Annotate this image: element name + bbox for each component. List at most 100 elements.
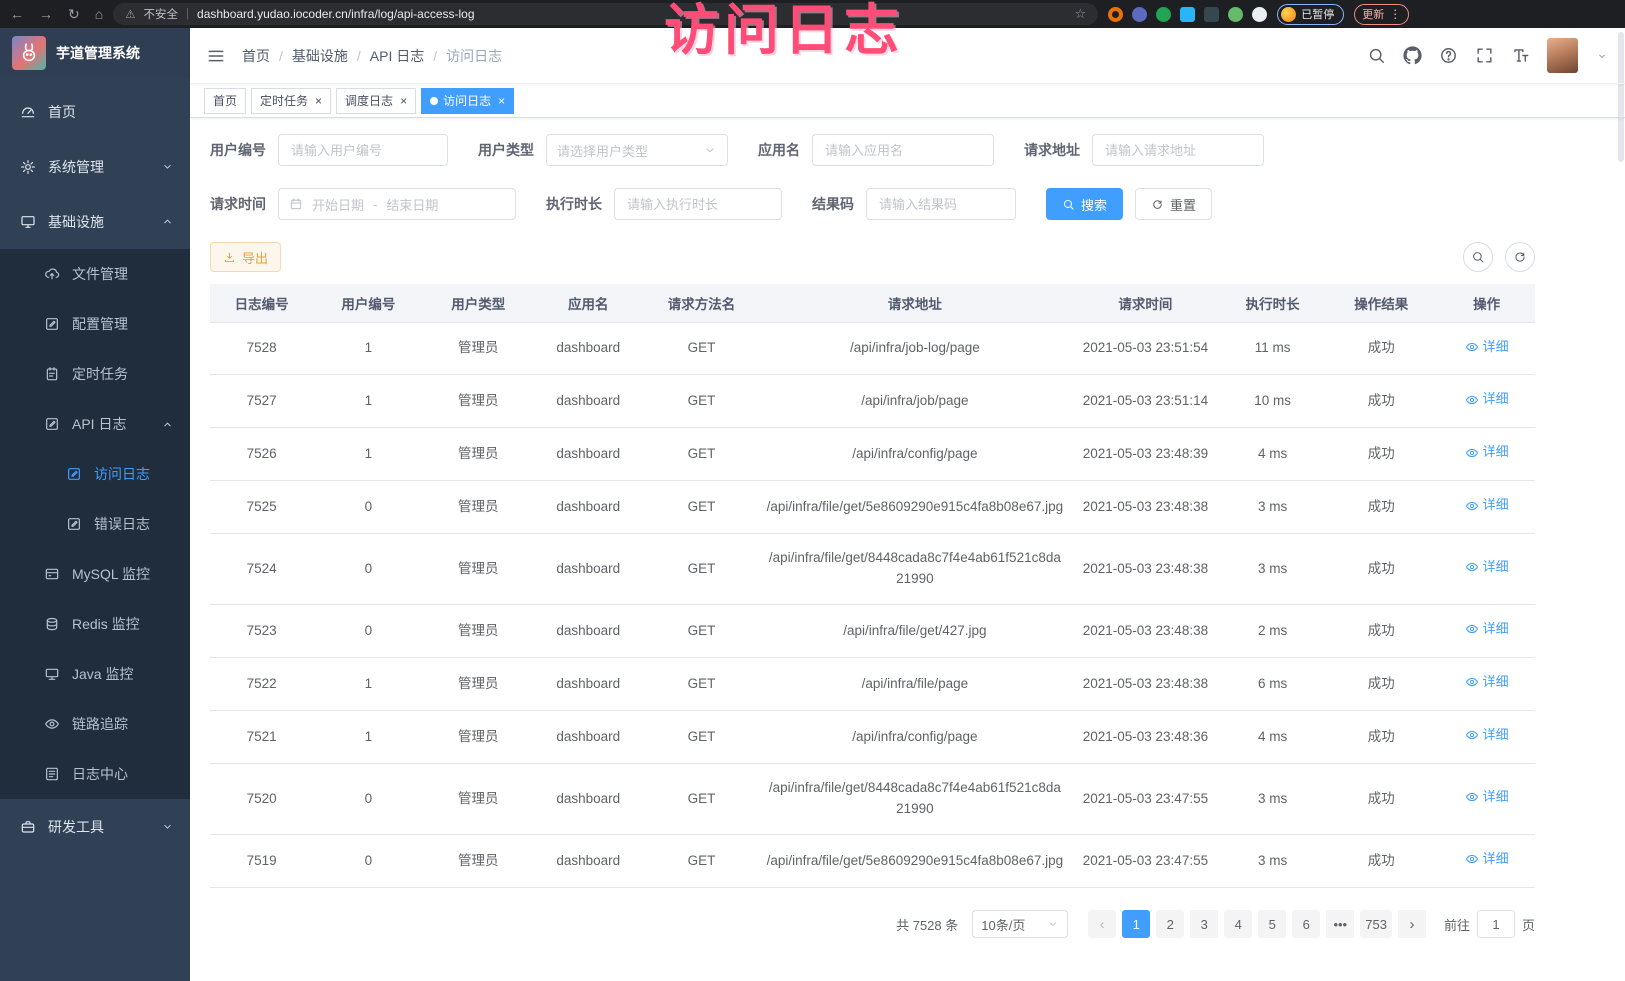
extension-icon[interactable] [1252, 7, 1267, 22]
refresh-table-button[interactable] [1505, 242, 1535, 272]
result-code-input[interactable] [866, 188, 1016, 220]
cell-time: 2021-05-03 23:48:38 [1070, 481, 1221, 534]
breadcrumb-item[interactable]: 首页 [242, 46, 270, 66]
detail-link[interactable]: 详细 [1465, 495, 1509, 515]
sidebar-item-redis[interactable]: Redis 监控 [0, 599, 190, 649]
date-range-picker[interactable]: 开始日期 - 结束日期 [278, 188, 516, 220]
user-avatar[interactable] [1547, 38, 1578, 73]
reload-icon[interactable]: ↻ [68, 6, 80, 23]
extension-icon[interactable] [1180, 7, 1195, 22]
detail-link[interactable]: 详细 [1465, 442, 1509, 462]
tab-job[interactable]: 定时任务× [251, 88, 331, 114]
hamburger-icon[interactable] [206, 46, 226, 66]
sidebar-item-file[interactable]: 文件管理 [0, 249, 190, 299]
extension-icon[interactable] [1132, 7, 1147, 22]
user-type-select[interactable]: 请选择用户类型 [546, 134, 728, 166]
user-id-input[interactable] [278, 134, 448, 166]
pagination-page-4[interactable]: 4 [1224, 910, 1252, 938]
sidebar-item-java[interactable]: Java 监控 [0, 649, 190, 699]
sidebar-item-dev-tools[interactable]: 研发工具 [0, 799, 190, 854]
pagination-page-2[interactable]: 2 [1156, 910, 1184, 938]
detail-link[interactable]: 详细 [1465, 672, 1509, 692]
bookmark-star-icon[interactable]: ☆ [1075, 6, 1087, 22]
github-icon[interactable] [1403, 46, 1422, 65]
address-bar[interactable]: ⚠ 不安全 | dashboard.yudao.iocoder.cn/infra… [113, 3, 1098, 25]
breadcrumb-item[interactable]: API 日志 [370, 46, 424, 66]
cell-user-type: 管理员 [423, 481, 533, 534]
reset-button[interactable]: 重置 [1135, 188, 1212, 220]
sidebar-item-home[interactable]: 首页 [0, 84, 190, 139]
detail-link[interactable]: 详细 [1465, 849, 1509, 869]
sidebar-item-mysql[interactable]: MySQL 监控 [0, 549, 190, 599]
detail-link[interactable]: 详细 [1465, 337, 1509, 357]
sidebar-item-config[interactable]: 配置管理 [0, 299, 190, 349]
home-icon[interactable]: ⌂ [95, 6, 103, 22]
pagination-page-1[interactable]: 1 [1122, 910, 1150, 938]
close-icon[interactable]: × [400, 95, 407, 107]
sidebar-item-job[interactable]: 定时任务 [0, 349, 190, 399]
forward-icon[interactable]: → [39, 6, 53, 22]
pagination-page-753[interactable]: 753 [1360, 910, 1392, 938]
cell-duration: 3 ms [1221, 481, 1324, 534]
page-size-select[interactable]: 10条/页 [972, 910, 1068, 938]
sidebar-item-tracing[interactable]: 链路追踪 [0, 699, 190, 749]
tab-job-log[interactable]: 调度日志× [336, 88, 416, 114]
table-row: 75230管理员dashboardGET/api/infra/file/get/… [210, 605, 1535, 658]
detail-link[interactable]: 详细 [1465, 557, 1509, 577]
browser-profile-chip[interactable]: 已暂停 [1277, 4, 1344, 25]
fullscreen-icon[interactable] [1475, 46, 1494, 65]
extension-icon[interactable] [1204, 7, 1219, 22]
toggle-search-button[interactable] [1463, 242, 1493, 272]
cell-user-type: 管理员 [423, 658, 533, 711]
detail-link[interactable]: 详细 [1465, 787, 1509, 807]
app-name-input[interactable] [812, 134, 994, 166]
pagination-prev[interactable]: ‹ [1088, 910, 1116, 938]
tab-access-log[interactable]: 访问日志× [421, 88, 514, 114]
browser-update-button[interactable]: 更新 ⋮ [1354, 4, 1409, 25]
close-icon[interactable]: × [498, 95, 505, 107]
goto-page-input[interactable] [1477, 910, 1515, 938]
profile-avatar [1281, 7, 1296, 22]
search-icon[interactable] [1367, 46, 1386, 65]
sidebar-item-log-center[interactable]: 日志中心 [0, 749, 190, 799]
sidebar-item-label: 定时任务 [72, 364, 128, 384]
search-button[interactable]: 搜索 [1046, 188, 1123, 220]
cell-id: 7528 [210, 322, 313, 375]
app-logo[interactable]: 芋道管理系统 [0, 28, 190, 78]
duration-input[interactable] [614, 188, 782, 220]
extension-icon[interactable] [1156, 7, 1171, 22]
back-icon[interactable]: ← [10, 6, 24, 22]
breadcrumb-item[interactable]: 基础设施 [292, 46, 348, 66]
cell-user-type: 管理员 [423, 375, 533, 428]
sidebar-item-access-log[interactable]: 访问日志 [0, 449, 190, 499]
pagination-page-5[interactable]: 5 [1258, 910, 1286, 938]
sidebar-item-error-log[interactable]: 错误日志 [0, 499, 190, 549]
pagination-more[interactable]: ••• [1326, 910, 1354, 938]
extension-icon[interactable] [1228, 7, 1243, 22]
caret-down-icon[interactable] [1595, 49, 1609, 63]
redis-icon [44, 616, 60, 632]
cell-url: /api/infra/file/get/8448cada8c7f4e4ab61f… [760, 764, 1070, 835]
pagination-page-6[interactable]: 6 [1292, 910, 1320, 938]
detail-link[interactable]: 详细 [1465, 389, 1509, 409]
detail-link[interactable]: 详细 [1465, 725, 1509, 745]
sidebar-item-label: 文件管理 [72, 264, 128, 284]
breadcrumb-item: 访问日志 [446, 46, 502, 66]
sidebar-item-infra[interactable]: 基础设施 [0, 194, 190, 249]
more-vertical-icon[interactable]: ⋮ [1389, 7, 1401, 21]
sidebar-item-system[interactable]: 系统管理 [0, 139, 190, 194]
table-toolbar: 导出 [210, 242, 1535, 272]
close-icon[interactable]: × [315, 95, 322, 107]
pagination-page-3[interactable]: 3 [1190, 910, 1218, 938]
cell-duration: 3 ms [1221, 835, 1324, 888]
extension-icon[interactable] [1108, 7, 1123, 22]
request-url-input[interactable] [1092, 134, 1264, 166]
pagination-next[interactable]: › [1398, 910, 1426, 938]
detail-link[interactable]: 详细 [1465, 619, 1509, 639]
export-button[interactable]: 导出 [210, 242, 281, 272]
tab-home[interactable]: 首页 [204, 88, 246, 114]
sidebar-item-api-log[interactable]: API 日志 [0, 399, 190, 449]
help-icon[interactable] [1439, 46, 1458, 65]
cell-user-type: 管理员 [423, 764, 533, 835]
font-size-icon[interactable] [1511, 46, 1530, 65]
